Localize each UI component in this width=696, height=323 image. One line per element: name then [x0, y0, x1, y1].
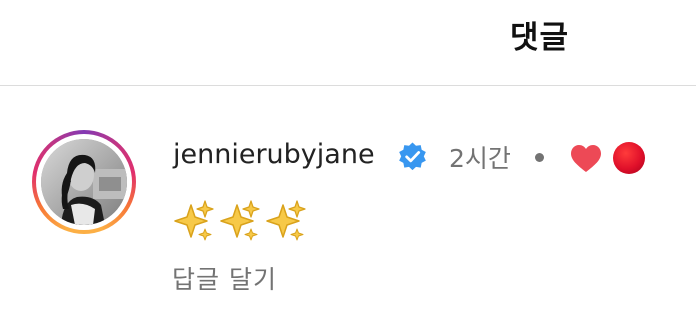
heart-icon[interactable]	[570, 144, 602, 173]
comment-timestamp: 2시간	[449, 144, 511, 173]
verified-badge-icon	[399, 142, 426, 171]
separator-dot	[535, 153, 544, 162]
sparkles-icon	[220, 200, 260, 241]
reply-button[interactable]: 답글 달기	[172, 260, 277, 296]
comment-text	[171, 199, 307, 243]
avatar-ring-gap	[36, 134, 132, 230]
avatar[interactable]	[41, 139, 127, 225]
page-title: 댓글	[510, 20, 570, 56]
sparkles-icon	[266, 200, 306, 241]
comments-screen: 댓글 jennierubyjane 2시간 답글 달기	[0, 0, 696, 323]
comment-username[interactable]: jennierubyjane	[173, 139, 375, 170]
story-ring[interactable]	[32, 130, 136, 234]
comments-header: 댓글	[0, 0, 696, 86]
comment-item: jennierubyjane 2시간 답글 달기	[0, 86, 696, 323]
author-reaction-badge	[613, 142, 645, 174]
sparkles-icon	[174, 200, 214, 241]
avatar-photo	[41, 139, 127, 225]
